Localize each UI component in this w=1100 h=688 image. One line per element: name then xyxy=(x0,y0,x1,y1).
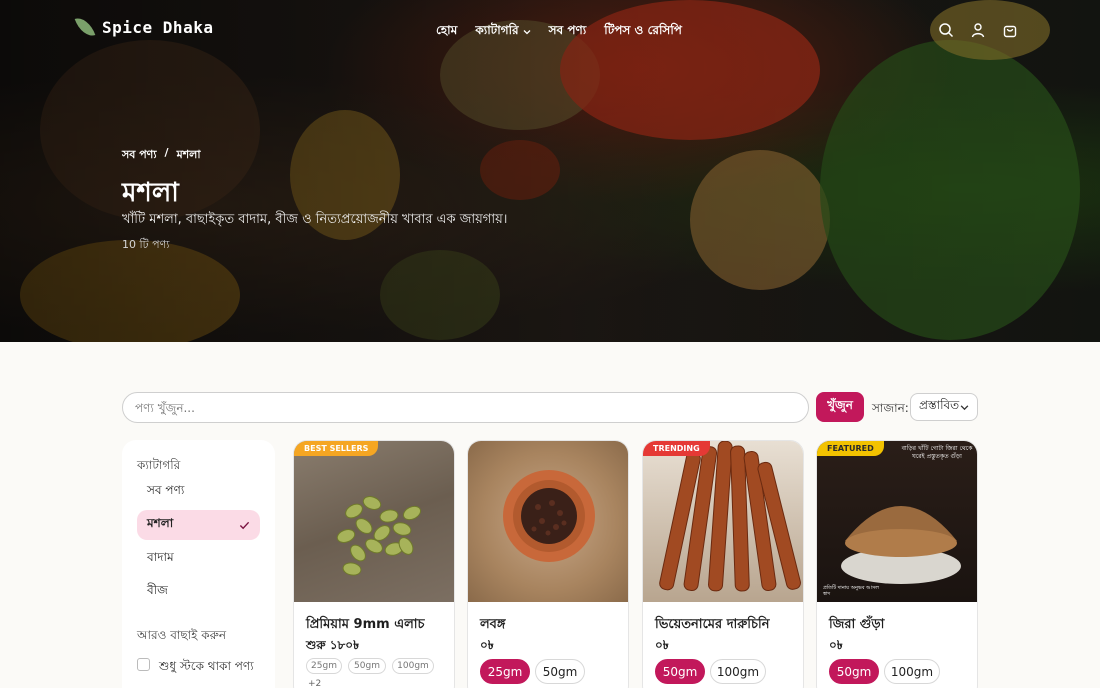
leaf-icon xyxy=(74,14,96,40)
sidebar-heading: ক্যাটাগরি xyxy=(137,458,181,472)
sidebar-item-spices[interactable]: মশলা xyxy=(137,510,260,540)
nav-actions xyxy=(938,22,1018,38)
nav-item-all-products[interactable]: সব পণ্য xyxy=(549,22,587,42)
product-price: ০৳ xyxy=(829,638,843,652)
size-option-50gm[interactable]: 50gm xyxy=(348,658,386,674)
size-option-25gm[interactable]: 25gm xyxy=(306,658,342,674)
sort-label: সাজান: xyxy=(872,401,909,415)
product-price: ০৳ xyxy=(655,638,669,652)
nav-item-category[interactable]: ক্যাটাগরি xyxy=(475,22,531,42)
sidebar-item-label: সব পণ্য xyxy=(147,483,185,497)
sidebar-item-label: বাদাম xyxy=(147,550,174,564)
product-name: জিরা গুঁড়া xyxy=(829,617,885,632)
image-caption-bottom: প্রতিটি দানায় অনুভব আসল স্বাদ xyxy=(823,585,879,597)
cart-icon[interactable] xyxy=(1002,22,1018,38)
search-button[interactable]: খুঁজুন xyxy=(816,392,864,422)
product-card[interactable]: TRENDING ভিয়েতনামের দারুচিনি ০৳ 50gm 10… xyxy=(642,440,804,688)
sidebar-item-nuts[interactable]: বাদাম xyxy=(137,544,260,574)
nav-item-category-label: ক্যাটাগরি xyxy=(475,23,519,37)
image-caption-top: বাড়ির খাঁটি গোটা জিরা থেকে ঘরেই প্রস্তু… xyxy=(901,445,973,460)
breadcrumb: সব পণ্য / মশলা xyxy=(122,146,201,165)
search-icon[interactable] xyxy=(938,22,954,38)
sort-select[interactable]: প্রস্তাবিত xyxy=(910,393,978,421)
product-count: 10 টি পণ্য xyxy=(122,238,170,251)
product-image-cloves[interactable] xyxy=(468,441,628,602)
cumin-powder-illustration xyxy=(841,506,961,584)
search-input[interactable] xyxy=(122,392,809,423)
size-option-50gm[interactable]: 50gm xyxy=(535,659,585,684)
product-name: প্রিমিয়াম 9mm এলাচ xyxy=(306,617,425,632)
badge-best-sellers: BEST SELLERS xyxy=(294,441,379,456)
sidebar-item-label: মশলা xyxy=(147,516,174,530)
filter-heading: আরও বাছাই করুন xyxy=(137,628,226,642)
brand-logo[interactable]: Spice Dhaka xyxy=(74,14,214,40)
sort-selected-value: প্রস্তাবিত xyxy=(919,398,960,412)
badge-featured: FEATURED xyxy=(817,441,884,456)
breadcrumb-all-products[interactable]: সব পণ্য xyxy=(122,146,157,165)
size-option-50gm[interactable]: 50gm xyxy=(829,659,879,684)
main-menu: হোম ক্যাটাগরি সব পণ্য টিপস ও রেসিপি xyxy=(436,22,682,42)
product-card[interactable]: BEST SELLERS প্রিমিয়াম 9mm এলাচ শুরু ১৮… xyxy=(293,440,455,688)
product-price: ০৳ xyxy=(480,638,494,652)
cardamom-illustration xyxy=(336,496,422,576)
chevron-down-icon xyxy=(523,30,531,35)
badge-trending: TRENDING xyxy=(643,441,710,456)
breadcrumb-separator: / xyxy=(164,146,169,159)
sidebar-item-all-products[interactable]: সব পণ্য xyxy=(137,477,260,507)
brand-name: Spice Dhaka xyxy=(102,17,214,37)
product-image-cumin-powder[interactable]: FEATURED বাড়ির খাঁটি গোটা জিরা থেকে ঘরে… xyxy=(817,441,977,602)
hero-banner: Spice Dhaka হোম ক্যাটাগরি সব পণ্য টিপস ও… xyxy=(0,0,1100,342)
product-image-cardamom[interactable]: BEST SELLERS xyxy=(294,441,454,602)
product-image-cinnamon[interactable]: TRENDING xyxy=(643,441,803,602)
size-option-100gm[interactable]: 100gm xyxy=(884,659,940,684)
product-name: ভিয়েতনামের দারুচিনি xyxy=(655,617,770,632)
sidebar-item-seeds[interactable]: বীজ xyxy=(137,577,260,607)
size-option-100gm[interactable]: 100gm xyxy=(710,659,766,684)
chevron-down-icon xyxy=(960,404,969,410)
top-nav: Spice Dhaka হোম ক্যাটাগরি সব পণ্য টিপস ও… xyxy=(0,0,1100,62)
size-option-25gm[interactable]: 25gm xyxy=(480,659,530,684)
check-icon xyxy=(239,521,250,529)
cloves-illustration xyxy=(503,470,595,562)
breadcrumb-current: মশলা xyxy=(176,148,201,161)
sidebar-item-label: বীজ xyxy=(147,583,168,597)
more-options[interactable]: +2 xyxy=(308,679,321,688)
cinnamon-illustration xyxy=(659,441,801,592)
in-stock-label: শুধু স্টকে থাকা পণ্য xyxy=(159,659,254,673)
product-price: শুরু ১৮০৳ xyxy=(306,638,360,652)
product-card[interactable]: FEATURED বাড়ির খাঁটি গোটা জিরা থেকে ঘরে… xyxy=(816,440,978,688)
page-subtitle: খাঁটি মশলা, বাছাইকৃত বাদাম, বীজ ও নিত্যপ… xyxy=(122,212,508,227)
product-name: লবঙ্গ xyxy=(480,617,506,632)
category-sidebar: ক্যাটাগরি সব পণ্য মশলা বাদাম বীজ আরও বাছ… xyxy=(122,440,275,688)
user-icon[interactable] xyxy=(970,22,986,38)
size-option-100gm[interactable]: 100gm xyxy=(392,658,434,674)
nav-item-home[interactable]: হোম xyxy=(436,22,457,42)
product-card[interactable]: লবঙ্গ ০৳ 25gm 50gm xyxy=(467,440,629,688)
nav-item-tips-recipes[interactable]: টিপস ও রেসিপি xyxy=(604,22,682,42)
in-stock-checkbox[interactable] xyxy=(137,658,150,671)
size-option-50gm[interactable]: 50gm xyxy=(655,659,705,684)
